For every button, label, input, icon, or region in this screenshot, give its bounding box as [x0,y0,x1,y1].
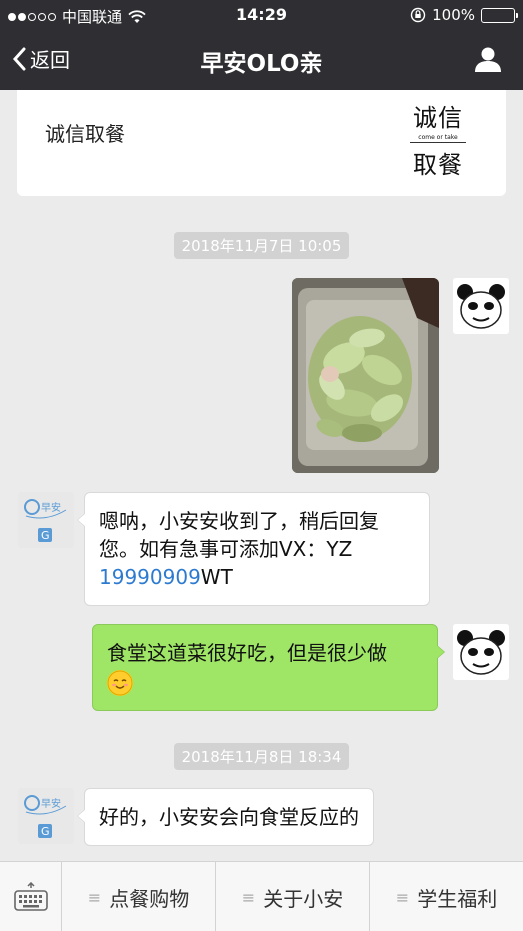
svg-text:早安: 早安 [41,797,61,810]
menu-item-welfare[interactable]: ≡ 学生福利 [370,862,523,931]
food-photo[interactable] [292,278,439,473]
status-right: 100% [410,6,518,24]
timestamp: 2018年11月7日 10:05 [0,232,523,259]
logo-line1: 诚信 [413,104,463,132]
menu-label: 学生福利 [417,886,498,911]
svg-text:G: G [41,529,50,542]
person-icon[interactable] [473,44,503,74]
rotation-lock-icon [410,7,426,23]
smile-emoji [107,669,133,696]
card-text: 诚信取餐 [45,122,125,146]
message-line: 19990909WT [99,563,415,591]
status-bar: 中国联通 14:29 100% [0,0,523,30]
chat-area[interactable]: 诚信取餐 诚信 come or take 取餐 2018年11月7日 10:05 [0,90,523,861]
panda-meme-avatar[interactable] [453,278,509,334]
honesty-logo: 诚信 come or take 取餐 [410,98,466,179]
bot-logo-avatar[interactable]: 早安 G [18,492,74,548]
chat-title: 早安OLO亲 [200,51,323,77]
emoji-line [107,667,423,696]
message-text: 食堂这道菜很好吃，但是很少做 [107,641,387,665]
timestamp: 2018年11月8日 18:34 [0,743,523,770]
phone-link[interactable]: 19990909 [99,565,201,589]
message-bubble-incoming[interactable]: 嗯呐，小安安收到了，稍后回复 您。如有急事可添加VX：YZ 19990909WT [77,492,430,606]
keyboard-toggle-button[interactable] [0,862,62,931]
menu-item-about[interactable]: ≡ 关于小安 [216,862,370,931]
battery-percent: 100% [432,6,475,24]
bot-logo-avatar[interactable]: 早安 G [18,788,74,844]
logo-subtext: come or take [410,134,466,143]
article-card[interactable]: 诚信取餐 诚信 come or take 取餐 [17,90,506,196]
logo-line2: 取餐 [413,151,463,179]
menu-label: 点餐购物 [109,886,190,911]
battery-icon [481,7,518,23]
message-text: 好的，小安安会向食堂反应的 [99,805,359,829]
top-bar: 中国联通 14:29 100% 返回 早安OLO亲 [0,0,523,90]
menu-icon: ≡ [87,887,102,907]
message-bubble-outgoing[interactable]: 食堂这道菜很好吃，但是很少做 [92,624,445,711]
keyboard-icon [13,882,48,911]
message-line: 您。如有急事可添加VX：YZ [99,537,353,561]
message-suffix: WT [200,565,233,589]
message-line: 嗯呐，小安安收到了，稍后回复 [99,509,379,533]
bottom-menu: ≡ 点餐购物 ≡ 关于小安 ≡ 学生福利 [0,861,523,931]
panda-meme-avatar[interactable] [453,624,509,680]
menu-icon: ≡ [241,887,256,907]
menu-icon: ≡ [395,887,410,907]
nav-bar: 返回 早安OLO亲 [0,30,523,90]
svg-text:早安: 早安 [41,501,61,514]
message-bubble-incoming[interactable]: 好的，小安安会向食堂反应的 [77,788,374,846]
menu-label: 关于小安 [263,886,344,911]
menu-item-order[interactable]: ≡ 点餐购物 [62,862,216,931]
svg-text:G: G [41,825,50,838]
